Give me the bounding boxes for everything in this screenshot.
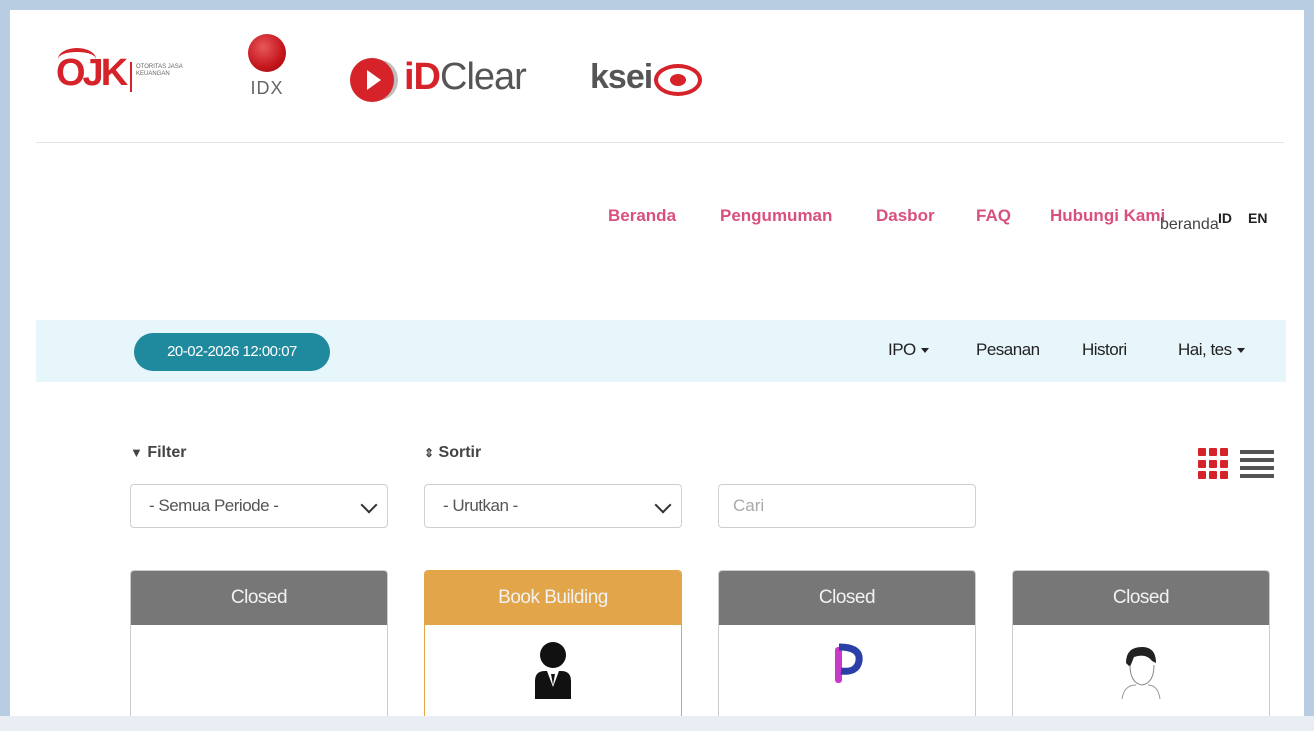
p-logo-icon	[835, 643, 863, 683]
grid-view-icon[interactable]	[1198, 448, 1230, 480]
menu-ipo[interactable]: IPO	[888, 340, 929, 360]
datetime-badge: 20-02-2026 12:00:07	[134, 333, 330, 371]
ksei-logo: ksei	[590, 58, 720, 118]
card-status: Closed	[131, 571, 387, 625]
chevron-down-icon	[360, 496, 378, 514]
sort-label: ⇕ Sortir	[424, 444, 482, 461]
chevron-down-icon	[654, 496, 672, 514]
period-select[interactable]: - Semua Periode -	[130, 484, 388, 528]
lang-en[interactable]: EN	[1248, 210, 1267, 226]
ipo-card[interactable]: Closed	[1012, 570, 1270, 716]
page: OJK OTORITAS JASA KEUANGAN IDX iDClear k…	[10, 10, 1304, 716]
ojk-logo: OJK OTORITAS JASA KEUANGAN	[56, 48, 186, 104]
menu-histori[interactable]: Histori	[1082, 340, 1127, 360]
secondary-bar: 20-02-2026 12:00:07 IPO Pesanan Histori …	[36, 320, 1286, 382]
card-status: Closed	[719, 571, 975, 625]
person-icon	[535, 642, 571, 699]
card-status: Closed	[1013, 571, 1269, 625]
nav-hubungi-kami[interactable]: Hubungi Kami	[1050, 206, 1165, 226]
header-divider	[36, 142, 1284, 143]
beranda-overlay-text: beranda	[1160, 216, 1219, 233]
search-box	[718, 484, 976, 528]
funnel-icon: ▼	[130, 445, 143, 460]
nav-faq[interactable]: FAQ	[976, 206, 1011, 226]
ipo-card[interactable]: Book Building	[424, 570, 682, 716]
list-view-icon[interactable]	[1240, 448, 1274, 480]
search-input[interactable]	[719, 485, 975, 527]
partner-logos: OJK OTORITAS JASA KEUANGAN IDX iDClear k…	[10, 10, 1304, 142]
main-nav: Beranda Pengumuman Dasbor FAQ Hubungi Ka…	[10, 206, 1304, 230]
caret-down-icon	[920, 348, 929, 354]
ipo-card[interactable]: Closed	[130, 570, 388, 716]
idclear-logo: iDClear	[350, 54, 560, 118]
caret-down-icon	[1236, 348, 1245, 354]
nav-beranda[interactable]: Beranda	[608, 206, 676, 226]
menu-pesanan[interactable]: Pesanan	[976, 340, 1040, 360]
sort-select[interactable]: - Urutkan -	[424, 484, 682, 528]
filter-label: ▼ Filter	[130, 444, 187, 461]
lang-id[interactable]: ID	[1218, 210, 1232, 226]
sort-arrows-icon: ⇕	[424, 446, 435, 460]
sketch-face-icon	[1121, 647, 1161, 699]
screen-bottom-edge	[0, 716, 1314, 731]
nav-dasbor[interactable]: Dasbor	[876, 206, 935, 226]
idx-logo: IDX	[226, 34, 308, 130]
card-status: Book Building	[425, 571, 681, 625]
nav-pengumuman[interactable]: Pengumuman	[720, 206, 832, 226]
ipo-card[interactable]: Closed	[718, 570, 976, 716]
menu-user[interactable]: Hai, tes	[1178, 340, 1245, 360]
